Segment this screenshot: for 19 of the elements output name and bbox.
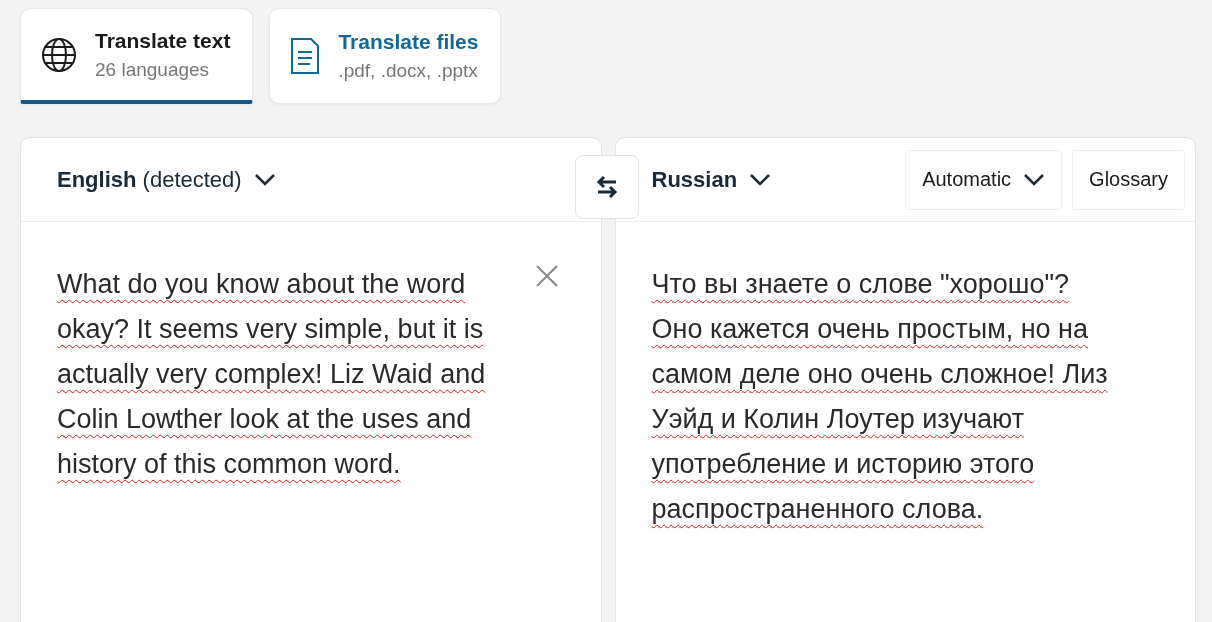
translated-text: Что вы знаете о слове "хорошо"? Оно кажется очень простым, но на самом деле оно очень сложное! Лиз Уэйд и Колин Лоутер изучают употребление и историю этого распространенного слова. bbox=[651, 268, 1109, 526]
chevron-down-icon bbox=[749, 172, 772, 187]
chevron-down-icon bbox=[253, 172, 276, 187]
tab-title: Translate files bbox=[338, 30, 479, 54]
mode-tab[interactable]: Translate files .pdf, .docx, .pptx bbox=[269, 8, 502, 104]
document-icon bbox=[290, 37, 321, 75]
chevron-down-icon bbox=[1023, 172, 1046, 187]
mode-tab[interactable]: Translate text 26 languages bbox=[20, 8, 254, 104]
tab-subtitle: .pdf, .docx, .pptx bbox=[338, 60, 479, 82]
source-language-dropdown[interactable]: English (detected) bbox=[57, 166, 276, 193]
source-text[interactable]: What do you know about the word okay? It seems very simple, but it is actually very complex! Liz Waid and Colin Lowther look at the uses and history of this common word. bbox=[57, 262, 507, 487]
formality-dropdown[interactable]: Automatic bbox=[905, 149, 1063, 210]
globe-icon bbox=[41, 36, 77, 73]
swap-arrows-icon bbox=[595, 175, 619, 199]
tab-subtitle: 26 languages bbox=[95, 58, 211, 81]
glossary-button[interactable]: Glossary bbox=[1072, 149, 1185, 210]
tab-title: Translate text bbox=[95, 28, 231, 53]
target-language-dropdown[interactable]: Russian bbox=[651, 166, 772, 193]
swap-languages-button[interactable] bbox=[575, 155, 639, 219]
